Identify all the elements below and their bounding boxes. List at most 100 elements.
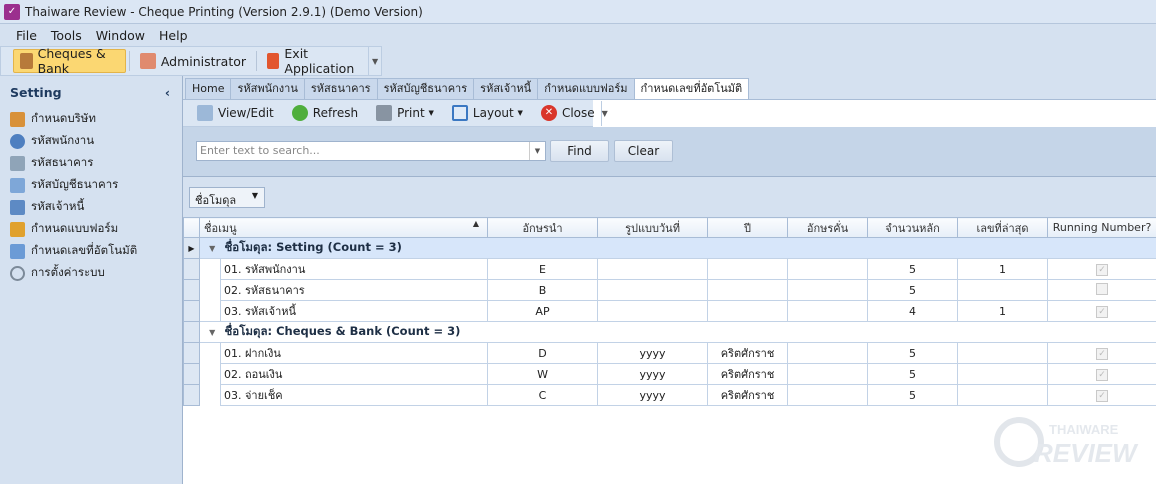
edit-icon <box>197 105 213 121</box>
cell-year: คริตศักราช <box>707 384 789 406</box>
column-header-last-number[interactable]: เลขที่ล่าสุด <box>957 217 1049 238</box>
cell-prefix: AP <box>487 300 599 322</box>
refresh-label: Refresh <box>312 106 359 120</box>
tab-bank[interactable]: รหัสธนาคาร <box>303 78 377 100</box>
running-number-checkbox[interactable]: ✓ <box>1096 348 1109 360</box>
close-button[interactable]: ✕ Close <box>535 101 601 125</box>
exit-application-button[interactable]: Exit Application <box>260 46 368 76</box>
cell-menu-name: 01. ฝากเงิน <box>219 342 489 364</box>
column-header-menu-name[interactable]: ชื่อเมนู ▲ <box>198 217 489 238</box>
cell-date-format <box>597 300 709 322</box>
table-row[interactable]: 03. จ่ายเช็ค Cyyyy คริตศักราช 5 ✓ <box>183 384 1156 406</box>
menu-tools[interactable]: Tools <box>51 28 82 43</box>
column-header-separator[interactable]: อักษรคั่น <box>787 217 869 238</box>
document-gear-icon <box>10 243 25 259</box>
running-number-checkbox[interactable] <box>1096 282 1109 295</box>
row-indicator <box>183 258 200 280</box>
find-button[interactable]: Find <box>550 140 609 162</box>
running-number-checkbox[interactable]: ✓ <box>1096 264 1109 276</box>
tab-bank-account[interactable]: รหัสบัญชีธนาคาร <box>376 78 474 100</box>
column-header-digits[interactable]: จำนวนหลัก <box>867 217 959 238</box>
toolbar-overflow-button[interactable]: ▼ <box>600 100 608 126</box>
cell-separator <box>787 363 869 385</box>
cell-separator <box>787 279 869 301</box>
column-header-year[interactable]: ปี <box>707 217 789 238</box>
row-indicator <box>183 300 200 322</box>
clear-button[interactable]: Clear <box>614 140 673 162</box>
sidebar-item-bank-account[interactable]: รหัสบัญชีธนาคาร <box>0 174 182 196</box>
sidebar-item-label: การตั้งค่าระบบ <box>31 265 105 279</box>
cell-year <box>707 279 789 301</box>
sort-ascending-icon: ▲ <box>472 218 480 228</box>
menu-bar: File Tools Window Help <box>0 24 1156 46</box>
sidebar-title: Setting <box>10 85 62 100</box>
running-number-checkbox[interactable]: ✓ <box>1096 369 1109 381</box>
refresh-button[interactable]: Refresh <box>286 101 364 125</box>
sidebar-item-creditor[interactable]: รหัสเจ้าหนี้ <box>0 196 182 218</box>
menu-window[interactable]: Window <box>96 28 145 43</box>
sidebar-item-label: กำหนดแบบฟอร์ม <box>31 221 119 235</box>
admin-gear-icon <box>139 53 156 69</box>
table-row[interactable]: 01. รหัสพนักงาน E 5 1 ✓ <box>183 258 1156 280</box>
menu-file[interactable]: File <box>16 28 37 43</box>
tab-creditor[interactable]: รหัสเจ้าหนี้ <box>473 78 538 100</box>
cell-last-number <box>957 363 1049 385</box>
cell-prefix: E <box>487 258 599 280</box>
expand-chevron-icon[interactable]: ▼ <box>199 321 221 343</box>
printer-icon <box>376 105 393 121</box>
cell-menu-name: 03. รหัสเจ้าหนี้ <box>219 300 489 322</box>
table-row[interactable]: 02. ถอนเงิน Wyyyy คริตศักราช 5 ✓ <box>183 363 1156 385</box>
group-by-module-chip[interactable]: ชื่อโมดุล ▼ <box>189 187 265 208</box>
table-row[interactable]: 02. รหัสธนาคาร B 5 <box>183 279 1156 301</box>
view-edit-button[interactable]: View/Edit <box>191 101 280 125</box>
tab-home[interactable]: Home <box>185 78 231 100</box>
search-history-dropdown[interactable]: ▼ <box>529 142 545 160</box>
tab-form[interactable]: กำหนดแบบฟอร์ม <box>537 78 634 100</box>
sidebar-item-form[interactable]: กำหนดแบบฟอร์ม <box>0 218 182 240</box>
table-row[interactable]: 03. รหัสเจ้าหนี้ AP 4 1 ✓ <box>183 300 1156 322</box>
expand-chevron-icon[interactable]: ▼ <box>199 237 221 259</box>
cell-digits: 5 <box>867 363 959 385</box>
thaiware-review-watermark: THAIWARE REVIEW <box>994 417 1139 468</box>
briefcase-icon <box>20 53 33 69</box>
sidebar-item-system-settings[interactable]: การตั้งค่าระบบ <box>0 262 182 284</box>
toolbar-overflow-button[interactable]: ▼ <box>368 47 381 75</box>
cheques-bank-button[interactable]: Cheques & Bank <box>13 46 127 76</box>
cell-date-format <box>597 279 709 301</box>
column-header-running-number[interactable]: Running Number? <box>1047 217 1156 238</box>
sidebar-item-employee[interactable]: รหัสพนักงาน <box>0 130 182 152</box>
print-button[interactable]: Print ▼ <box>370 101 440 125</box>
search-input[interactable]: Enter text to search... ▼ <box>196 141 546 161</box>
ruler-icon <box>10 221 25 237</box>
cell-separator <box>787 258 869 280</box>
cell-prefix: D <box>487 342 599 364</box>
title-bar: ✓ Thaiware Review - Cheque Printing (Ver… <box>0 0 1156 24</box>
cell-menu-name: 01. รหัสพนักงาน <box>219 258 489 280</box>
row-indicator <box>183 321 200 343</box>
group-row[interactable]: ▼ ชื่อโมดุล: Cheques & Bank (Count = 3) <box>183 321 1156 343</box>
sidebar-item-auto-number[interactable]: กำหนดเลขที่อัตโนมัติ <box>0 240 182 262</box>
sidebar-item-label: รหัสพนักงาน <box>31 133 95 147</box>
group-row[interactable]: ▶ ▼ ชื่อโมดุล: Setting (Count = 3) <box>183 237 1156 259</box>
cell-running-number: ✓ <box>1047 258 1156 280</box>
id-card-icon <box>10 199 25 215</box>
running-number-checkbox[interactable]: ✓ <box>1096 306 1109 318</box>
cell-prefix: C <box>487 384 599 406</box>
layout-button[interactable]: Layout ▼ <box>446 101 529 125</box>
tab-auto-number[interactable]: กำหนดเลขที่อัตโนมัติ <box>633 78 750 100</box>
tab-employee[interactable]: รหัสพนักงาน <box>230 78 304 100</box>
running-number-checkbox[interactable]: ✓ <box>1096 390 1109 402</box>
sidebar-item-bank[interactable]: รหัสธนาคาร <box>0 152 182 174</box>
column-header-prefix[interactable]: อักษรนำ <box>487 217 599 238</box>
window-title: Thaiware Review - Cheque Printing (Versi… <box>25 4 423 19</box>
table-row[interactable]: 01. ฝากเงิน Dyyyy คริตศักราช 5 ✓ <box>183 342 1156 364</box>
sidebar-item-label: รหัสธนาคาร <box>31 155 94 169</box>
column-header-date-format[interactable]: รูปแบบวันที่ <box>597 217 709 238</box>
collapse-sidebar-button[interactable]: ‹ <box>165 85 170 100</box>
cell-date-format: yyyy <box>597 384 709 406</box>
cell-digits: 5 <box>867 258 959 280</box>
administrator-button[interactable]: Administrator <box>133 49 253 73</box>
cell-last-number: 1 <box>957 300 1049 322</box>
menu-help[interactable]: Help <box>159 28 188 43</box>
sidebar-item-company[interactable]: กำหนดบริษัท <box>0 108 182 130</box>
